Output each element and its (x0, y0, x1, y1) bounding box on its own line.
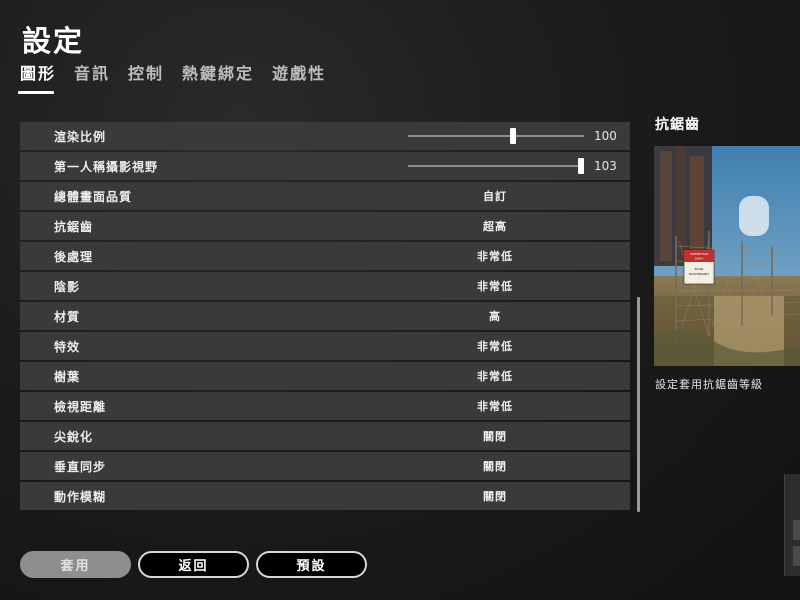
action-buttons: 套用 返回 預設 (20, 551, 374, 578)
setting-value[interactable]: 自訂 (400, 188, 590, 204)
sign-line-4: ВОСПРЕЩЁН (689, 271, 709, 276)
slider-value: 103 (594, 159, 617, 173)
sign-line-1: ЗАПРЕТНАЯ (690, 252, 708, 256)
setting-label: 渲染比例 (54, 129, 107, 144)
setting-row-foliage[interactable]: 樹葉 非常低 (20, 362, 630, 390)
tab-gameplay[interactable]: 遊戲性 (272, 60, 326, 90)
setting-row-shadows[interactable]: 陰影 非常低 (20, 272, 630, 300)
settings-tabs: 圖形 音訊 控制 熱鍵綁定 遊戲性 (17, 60, 344, 94)
setting-label: 樹葉 (54, 369, 81, 384)
setting-row-sharpening[interactable]: 尖銳化 關閉 (20, 422, 630, 450)
preview-caption: 設定套用抗鋸齒等級 (655, 378, 763, 391)
settings-scrollbar[interactable] (637, 122, 640, 512)
sign-line-2: ЗОНА (695, 257, 705, 261)
side-panel-edge (784, 474, 800, 576)
setting-label: 垂直同步 (54, 459, 107, 474)
slider-thumb[interactable] (578, 158, 584, 174)
tab-controls[interactable]: 控制 (128, 60, 164, 90)
preview-image: ЗАПРЕТНАЯ ЗОНА ВХОД ВОСПРЕЩЁН (654, 146, 800, 366)
setting-label: 第一人稱攝影視野 (54, 159, 159, 174)
sign-line-3: ВХОД (695, 267, 704, 271)
setting-value[interactable]: 非常低 (400, 278, 590, 294)
setting-value[interactable]: 非常低 (400, 338, 590, 354)
back-button[interactable]: 返回 (138, 551, 249, 578)
setting-row-view-distance[interactable]: 檢視距離 非常低 (20, 392, 630, 420)
tab-audio[interactable]: 音訊 (74, 60, 110, 90)
page-title: 設定 (22, 24, 85, 58)
setting-label: 總體畫面品質 (54, 189, 133, 204)
tab-keybindings[interactable]: 熱鍵綁定 (182, 60, 254, 90)
preview-title: 抗鋸齒 (655, 117, 700, 133)
setting-row-textures[interactable]: 材質 高 (20, 302, 630, 330)
setting-row-render-scale[interactable]: 渲染比例 100 (20, 122, 630, 150)
slider-value: 100 (594, 129, 617, 143)
setting-value[interactable]: 關閉 (400, 458, 590, 474)
setting-label: 特效 (54, 339, 81, 354)
setting-label: 動作模糊 (54, 489, 107, 504)
setting-value[interactable]: 高 (400, 308, 590, 324)
setting-label: 材質 (54, 309, 81, 324)
defaults-button[interactable]: 預設 (256, 551, 367, 578)
slider-thumb[interactable] (510, 128, 516, 144)
setting-row-anti-aliasing[interactable]: 抗鋸齒 超高 (20, 212, 630, 240)
tab-graphics[interactable]: 圖形 (17, 60, 56, 94)
setting-row-motion-blur[interactable]: 動作模糊 關閉 (20, 482, 630, 510)
panel-control (793, 520, 800, 540)
setting-label: 陰影 (54, 279, 81, 294)
setting-row-vsync[interactable]: 垂直同步 關閉 (20, 452, 630, 480)
setting-row-overall-quality[interactable]: 總體畫面品質 自訂 (20, 182, 630, 210)
setting-row-fov[interactable]: 第一人稱攝影視野 103 (20, 152, 630, 180)
render-scale-slider[interactable] (408, 135, 584, 137)
panel-control (793, 546, 800, 566)
setting-value[interactable]: 關閉 (400, 488, 590, 504)
setting-value[interactable]: 非常低 (400, 398, 590, 414)
setting-value[interactable]: 非常低 (400, 368, 590, 384)
scrollbar-thumb[interactable] (637, 297, 640, 512)
setting-label: 後處理 (54, 249, 94, 264)
setting-label: 檢視距離 (54, 399, 107, 414)
setting-row-effects[interactable]: 特效 非常低 (20, 332, 630, 360)
setting-value[interactable]: 非常低 (400, 248, 590, 264)
settings-list: 渲染比例 100 第一人稱攝影視野 103 總體畫面品質 自訂 抗鋸齒 超高 後… (20, 122, 630, 512)
apply-button[interactable]: 套用 (20, 551, 131, 578)
setting-value[interactable]: 超高 (400, 218, 590, 234)
setting-row-post-processing[interactable]: 後處理 非常低 (20, 242, 630, 270)
setting-label: 抗鋸齒 (54, 219, 94, 234)
warning-sign-icon: ЗАПРЕТНАЯ ЗОНА ВХОД ВОСПРЕЩЁН (683, 249, 715, 285)
setting-label: 尖銳化 (54, 429, 94, 444)
fov-slider[interactable] (408, 165, 584, 167)
setting-value[interactable]: 關閉 (400, 428, 590, 444)
